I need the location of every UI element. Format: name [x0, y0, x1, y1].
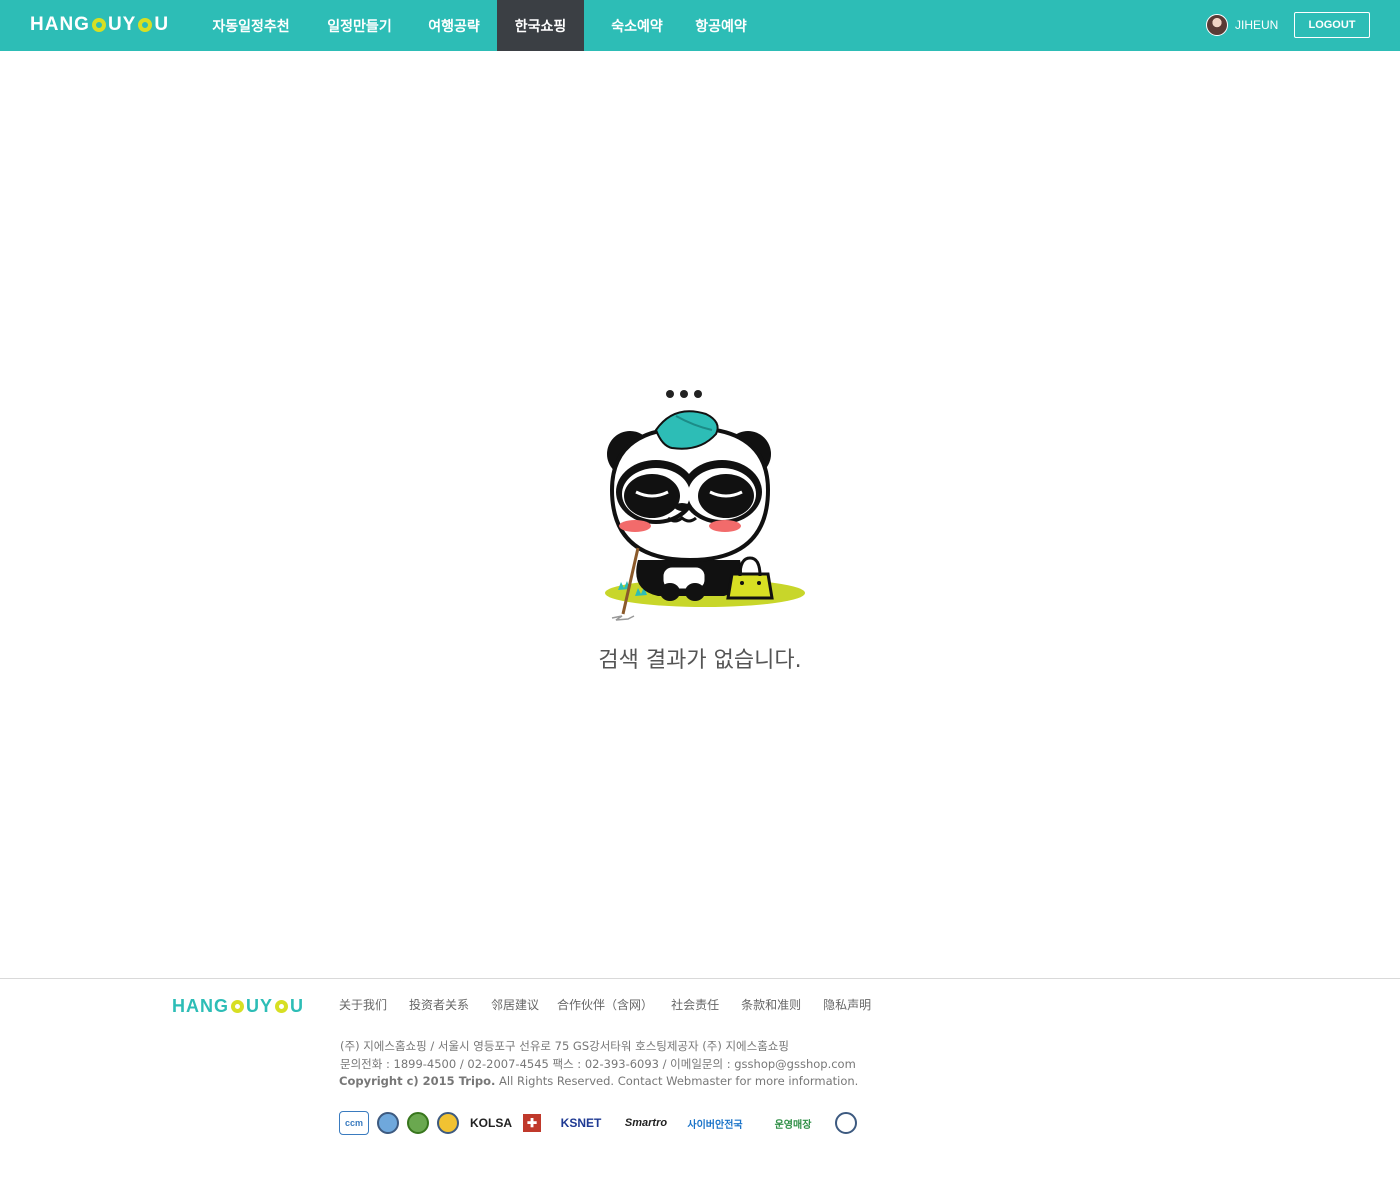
footer-logo-text-middle: UY	[246, 996, 274, 1016]
company-contact: 문의전화 : 1899-4500 / 02-2007-4545 팩스 : 02-…	[340, 1057, 856, 1071]
company-info: (주) 지에스홈쇼핑 / 서울시 영등포구 선유로 75 GS강서타워 호스팅제…	[340, 1037, 856, 1073]
user-profile[interactable]: JIHEUN	[1206, 14, 1278, 36]
nav-item-korea-shopping[interactable]: 한국쇼핑	[497, 0, 584, 51]
footer-links: 关于我们 投资者关系 邻居建议 合作伙伴（含网） 社会责任 条款和准则 隐私声明	[339, 996, 893, 1013]
store-operation-badge[interactable]: 운영매장	[759, 1111, 827, 1135]
logo-o-mark-icon	[91, 18, 106, 32]
logo-o-mark-icon	[275, 1000, 289, 1013]
footer-link-investors[interactable]: 投资者关系	[409, 996, 469, 1013]
footer-logo-text-end: U	[290, 996, 305, 1016]
main-nav: 자동일정추천 일정만들기 여행공략 한국쇼핑 숙소예약 항공예약	[194, 0, 752, 51]
top-navigation-bar: HANG UY U 자동일정추천 일정만들기 여행공략 한국쇼핑 숙소예약 항공…	[0, 0, 1400, 51]
page-footer: HANG UY U 关于我们 投资者关系 邻居建议 合作伙伴（含网） 社会责任 …	[0, 978, 1400, 1200]
ellipsis-dots-icon	[666, 390, 702, 398]
cert-seal-icon[interactable]	[407, 1112, 429, 1134]
certification-badges: ccm KOLSA ✚ KSNET Smartro 사이버안전국 운영매장	[339, 1111, 865, 1135]
nav-item-hotel-booking[interactable]: 숙소예약	[584, 0, 690, 51]
nav-item-auto-schedule[interactable]: 자동일정추천	[194, 0, 308, 51]
footer-logo-text-start: HANG	[172, 996, 229, 1016]
footer-link-about[interactable]: 关于我们	[339, 996, 387, 1013]
copyright-text: All Rights Reserved. Contact Webmaster f…	[495, 1074, 859, 1088]
company-address: (주) 지에스홈쇼핑 / 서울시 영등포구 선유로 75 GS강서타워 호스팅제…	[340, 1039, 789, 1053]
cert-seal-icon[interactable]	[437, 1112, 459, 1134]
nav-item-make-schedule[interactable]: 일정만들기	[308, 0, 411, 51]
logo-o-mark-icon	[231, 1000, 244, 1013]
footer-link-privacy[interactable]: 隐私声明	[823, 996, 871, 1013]
hangouyou-logo[interactable]: HANG UY U	[30, 12, 169, 38]
no-results-message: 검색 결과가 없습니다.	[598, 648, 802, 673]
kolsa-badge[interactable]: KOLSA	[467, 1111, 515, 1135]
copyright: Copyright c) 2015 Tripo. All Rights Rese…	[339, 1074, 858, 1088]
copyright-owner: Copyright c) 2015 Tripo.	[339, 1074, 496, 1088]
ccm-badge[interactable]: ccm	[339, 1111, 369, 1135]
logo-text-end: U	[154, 14, 170, 35]
ksnet-badge[interactable]: KSNET	[549, 1111, 613, 1135]
logo-text-start: HANG	[30, 14, 90, 35]
username[interactable]: JIHEUN	[1235, 18, 1278, 32]
cyber-police-badge[interactable]: 사이버안전국	[679, 1111, 751, 1135]
logout-button[interactable]: LOGOUT	[1294, 12, 1370, 38]
footer-link-social-responsibility[interactable]: 社会责任	[671, 996, 719, 1013]
logo-o-mark-icon	[138, 18, 153, 32]
cert-seal-icon[interactable]	[377, 1112, 399, 1134]
nav-item-travel-guide[interactable]: 여행공략	[411, 0, 497, 51]
logo-text-middle: UY	[107, 14, 137, 35]
sleepy-panda-illustration	[605, 390, 805, 621]
cert-seal-icon[interactable]	[835, 1112, 857, 1134]
footer-logo[interactable]: HANG UY U	[172, 996, 304, 1017]
footer-link-suggestions[interactable]: 邻居建议	[491, 996, 539, 1013]
footer-link-terms[interactable]: 条款和准则	[741, 996, 801, 1013]
nav-item-flight-booking[interactable]: 항공예약	[690, 0, 752, 51]
avatar[interactable]	[1206, 14, 1228, 36]
cross-badge-icon[interactable]: ✚	[523, 1114, 541, 1132]
smartro-badge[interactable]: Smartro	[621, 1111, 671, 1135]
footer-link-partners[interactable]: 合作伙伴（含网）	[557, 996, 653, 1013]
